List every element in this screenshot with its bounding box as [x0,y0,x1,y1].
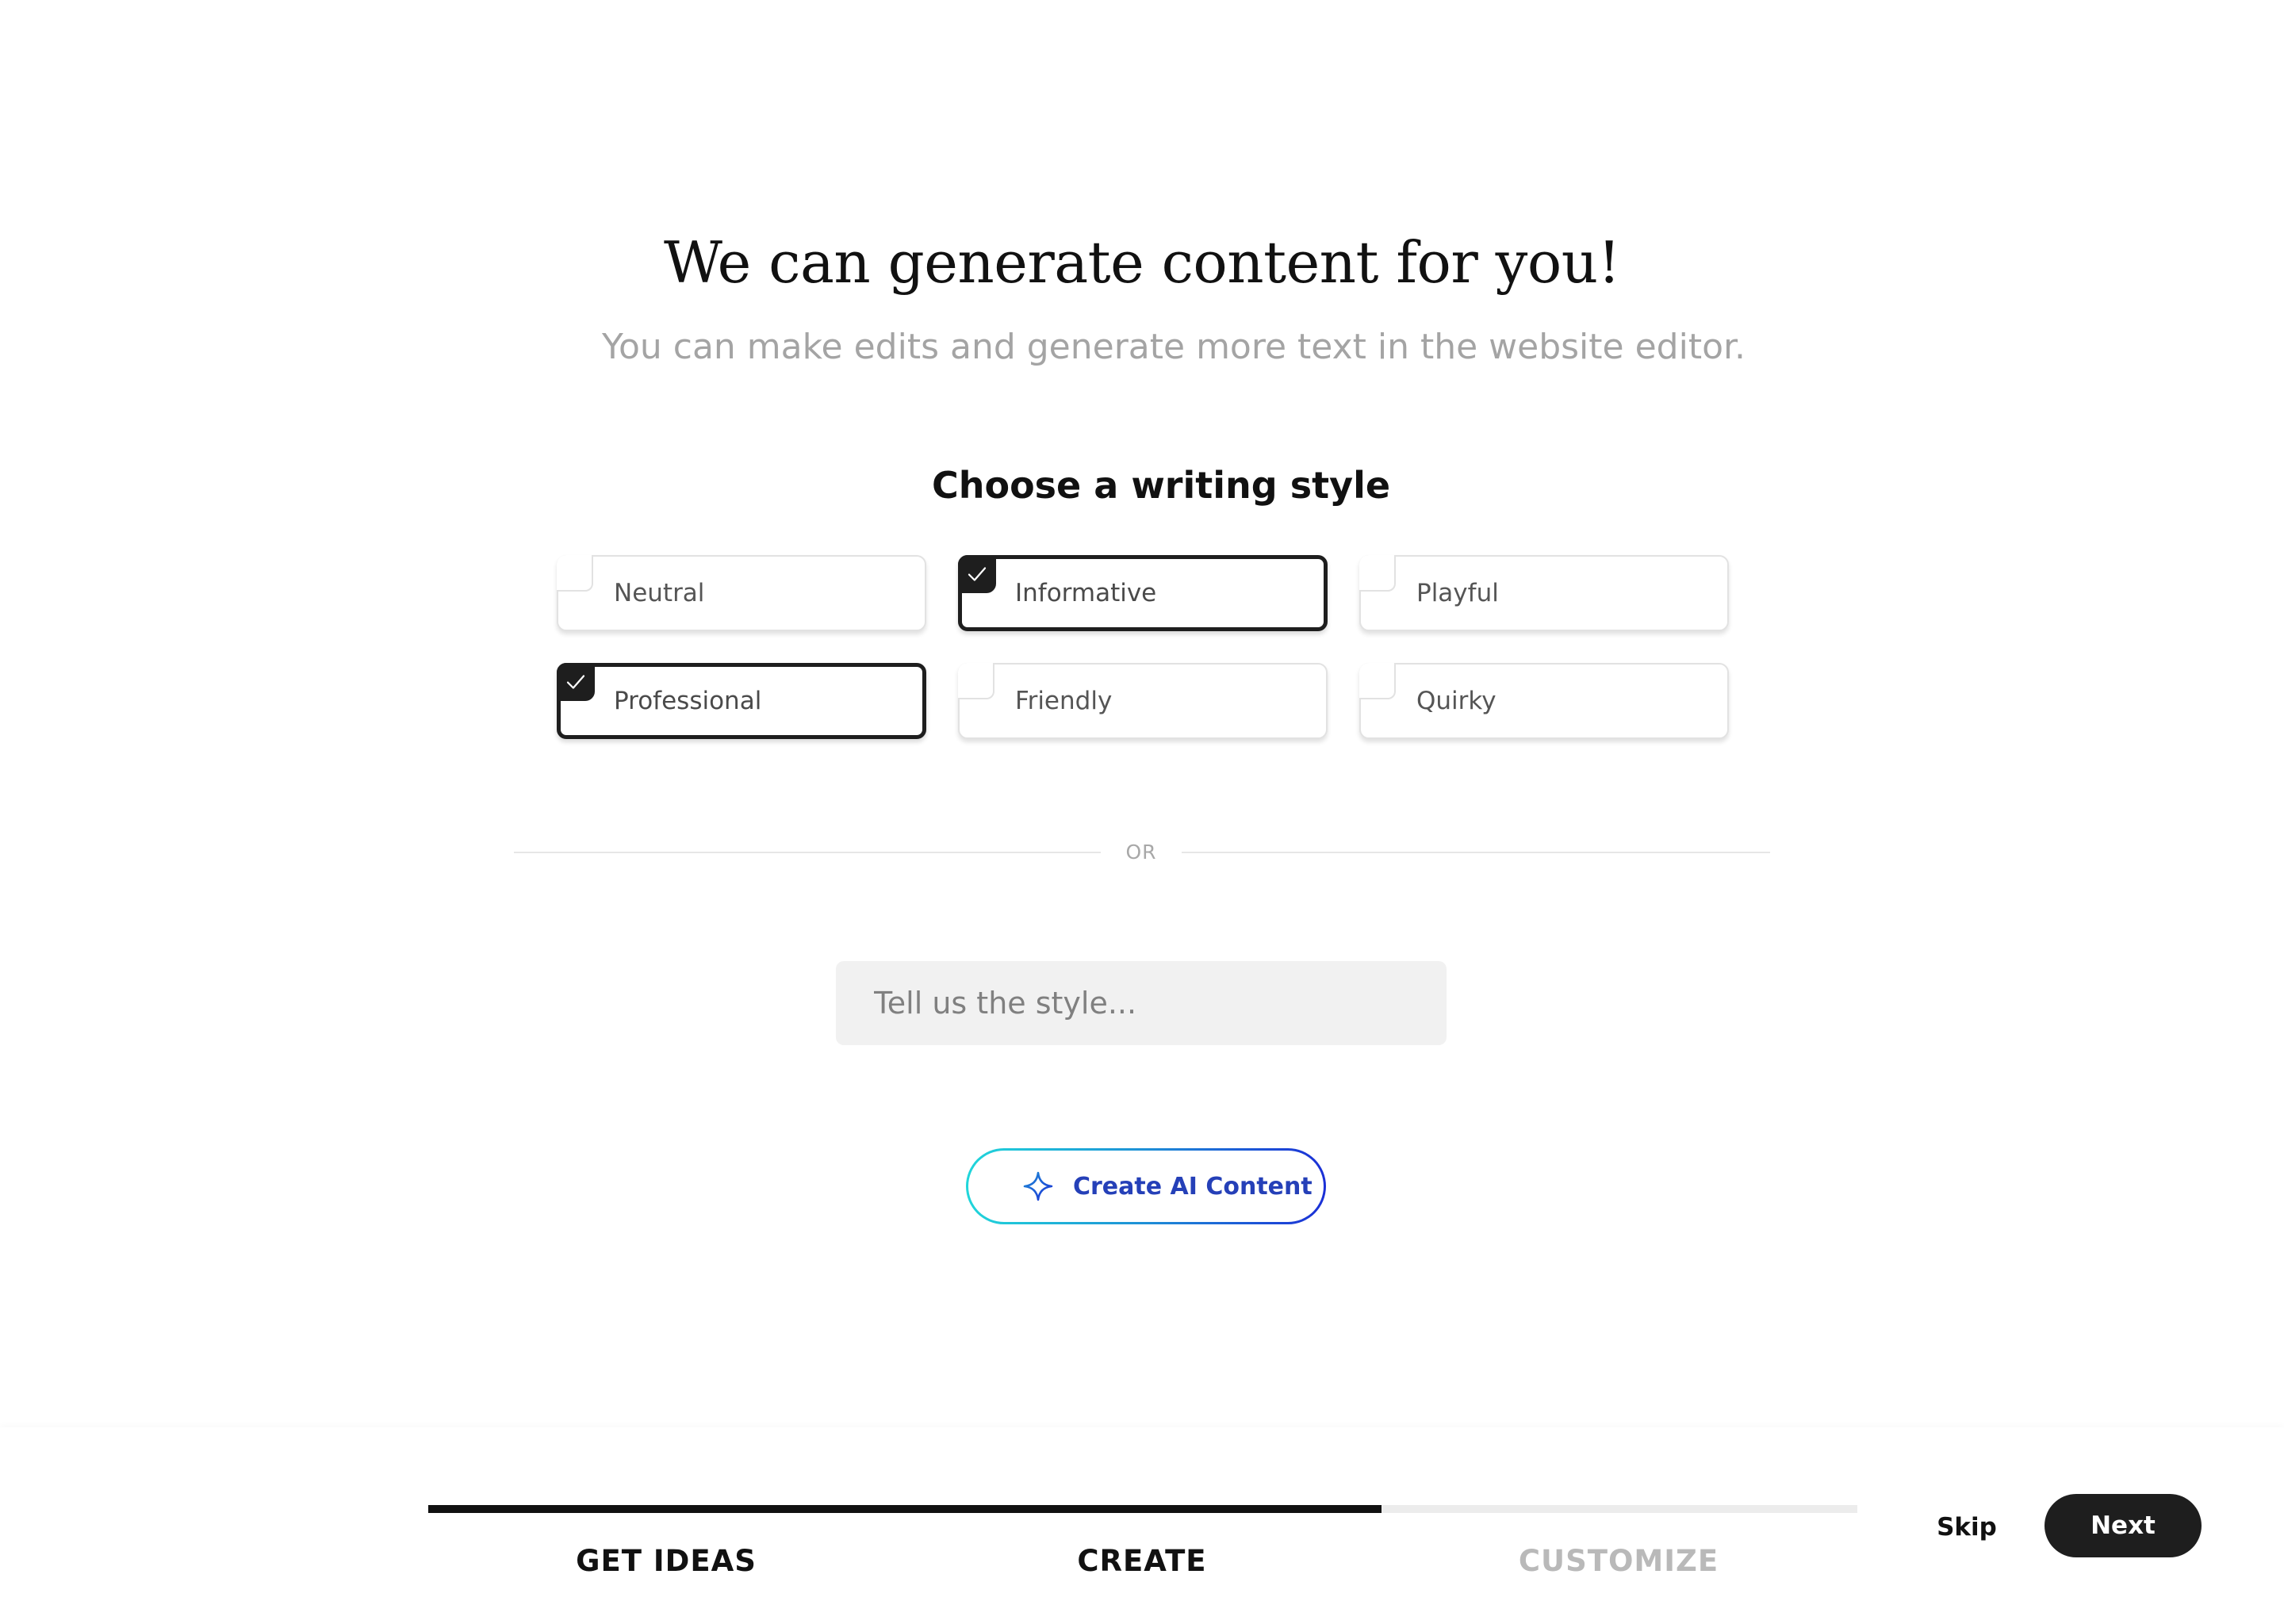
step-customize[interactable]: CUSTOMIZE [1380,1542,1857,1581]
style-checkbox[interactable] [958,663,994,699]
style-option-label: Playful [1416,579,1499,607]
style-option-label: Informative [1015,579,1157,607]
writing-style-options: Neutral Informative Playful Professional… [557,555,1729,739]
or-separator-text: OR [1125,841,1157,864]
create-ai-content-label: Create AI Content [1073,1172,1313,1201]
step-create[interactable]: CREATE [904,1542,1380,1581]
style-option-label: Friendly [1015,687,1113,715]
style-option-neutral[interactable]: Neutral [557,555,926,631]
check-icon [968,567,987,581]
create-ai-content-button[interactable]: Create AI Content [966,1148,1326,1224]
style-option-label: Neutral [614,579,705,607]
style-option-friendly[interactable]: Friendly [958,663,1328,739]
step-get-ideas[interactable]: GET IDEAS [428,1542,904,1581]
style-option-quirky[interactable]: Quirky [1359,663,1729,739]
style-checkbox[interactable] [958,555,996,593]
page-title: We can generate content for you! [664,229,1621,296]
custom-style-input[interactable] [836,961,1447,1045]
sparkle-icon [1023,1171,1053,1201]
style-option-informative[interactable]: Informative [958,555,1328,631]
progress-fill [428,1505,1382,1513]
style-option-label: Professional [614,687,762,715]
style-checkbox[interactable] [1359,555,1396,592]
style-checkbox[interactable] [557,555,593,592]
style-checkbox[interactable] [557,663,595,701]
next-button[interactable]: Next [2044,1494,2202,1557]
style-option-playful[interactable]: Playful [1359,555,1729,631]
check-icon [566,675,585,689]
skip-button[interactable]: Skip [1930,1505,2003,1549]
divider-line-right [1182,852,1770,853]
style-option-label: Quirky [1416,687,1496,715]
style-checkbox[interactable] [1359,663,1396,699]
writing-style-heading: Choose a writing style [931,464,1391,507]
style-option-professional[interactable]: Professional [557,663,926,739]
page-subtitle: You can make edits and generate more tex… [601,327,1746,367]
divider-line-left [514,852,1101,853]
progress-track [428,1505,1857,1513]
create-ai-content-button-body[interactable]: Create AI Content [968,1151,1324,1222]
